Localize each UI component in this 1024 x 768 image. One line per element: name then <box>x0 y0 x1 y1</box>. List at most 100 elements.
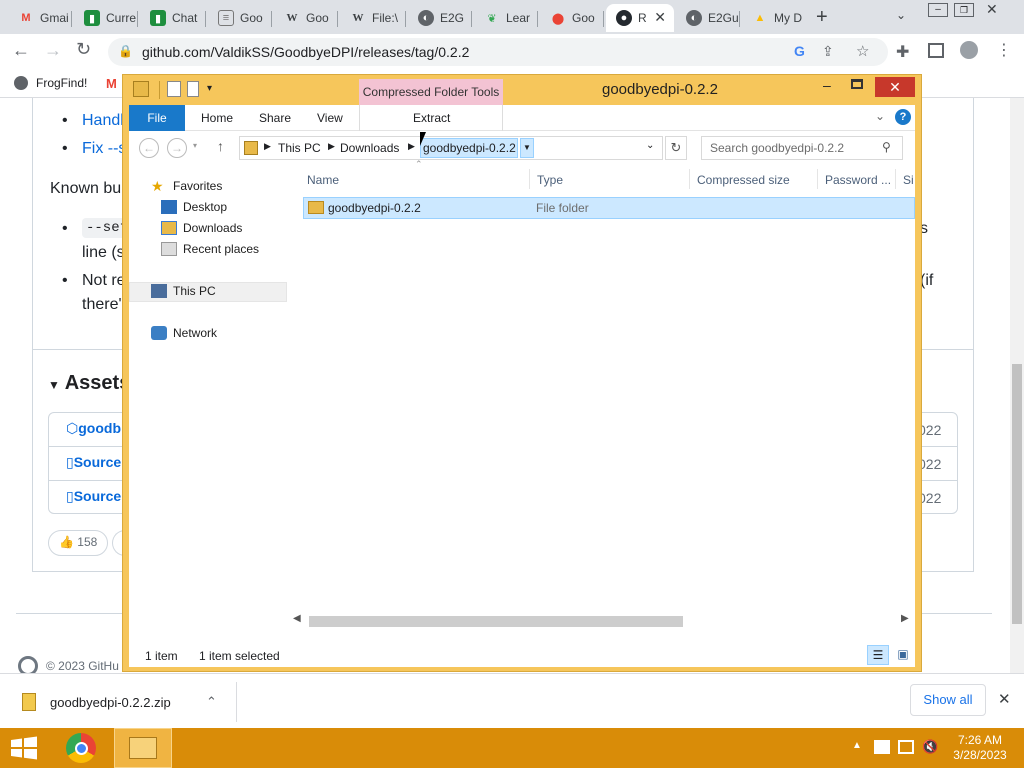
network-tray-icon[interactable] <box>898 740 914 754</box>
breadcrumb-downloads[interactable]: Downloads <box>340 141 399 155</box>
reaction-button[interactable]: 👍 158 <box>48 530 109 556</box>
close-tab-icon[interactable]: ✕ <box>654 9 666 26</box>
scrollbar-thumb[interactable] <box>1012 364 1022 624</box>
star-icon: ★ <box>151 178 164 194</box>
volume-muted-icon[interactable]: 🔇 <box>922 739 938 755</box>
horizontal-scrollbar[interactable]: ◀ ▶ <box>293 613 915 629</box>
large-icons-view-icon[interactable]: ▣ <box>893 645 913 665</box>
close-window-icon[interactable]: ✕ <box>986 1 998 18</box>
assets-heading[interactable]: ▼ Assets <box>48 372 130 395</box>
tab-current[interactable]: ▮ Curre <box>74 4 138 32</box>
nav-desktop[interactable]: Desktop <box>161 200 227 214</box>
help-icon[interactable]: ? <box>895 109 911 125</box>
download-item[interactable]: goodbyedpi-0.2.2.zip ⌃ <box>16 690 252 714</box>
nav-this-pc[interactable]: This PC <box>151 284 216 298</box>
chevron-up-icon[interactable]: ⌃ <box>206 694 217 710</box>
zip-file-icon <box>22 693 36 711</box>
tab-wikipedia-1[interactable]: W Goo <box>274 4 338 32</box>
status-selected: 1 item selected <box>199 649 280 663</box>
tray-overflow-icon[interactable]: ▲ <box>852 740 862 751</box>
asset-link[interactable]: ▯Source <box>66 488 121 505</box>
tab-view[interactable]: View <box>317 111 343 125</box>
recent-locations-icon[interactable]: ▾ <box>193 141 197 150</box>
explorer-minimize-icon[interactable]: – <box>823 77 831 93</box>
tab-gmail[interactable]: M Gmai <box>8 4 72 32</box>
up-icon[interactable]: ↑ <box>217 138 224 154</box>
asset-link[interactable]: ⬡goodb <box>66 420 121 437</box>
tab-file[interactable]: File <box>129 105 185 131</box>
asset-link[interactable]: ▯Source <box>66 454 121 471</box>
tab-maps[interactable]: ⬤ Goo <box>540 4 604 32</box>
forward-icon[interactable]: → <box>167 138 187 158</box>
tab-wikipedia-2[interactable]: W File:\ <box>340 4 406 32</box>
tab-e2g-1[interactable]: ◐ E2G <box>408 4 472 32</box>
tab-learn[interactable]: ❦ Lear <box>474 4 538 32</box>
explorer-close-icon[interactable]: ✕ <box>875 77 915 97</box>
back-icon[interactable]: ← <box>12 40 30 61</box>
forward-icon[interactable]: → <box>44 40 62 61</box>
col-size[interactable]: Si <box>903 173 914 187</box>
show-all-button[interactable]: Show all <box>910 684 986 716</box>
side-panel-icon[interactable] <box>928 43 944 58</box>
tab-e2g-2[interactable]: ◐ E2Gu <box>676 4 740 32</box>
back-icon[interactable]: ← <box>139 138 159 158</box>
nav-recent-places[interactable]: Recent places <box>161 242 259 256</box>
ribbon-expand-icon[interactable]: ⌄ <box>875 109 885 123</box>
address-history-icon[interactable]: ⌄ <box>646 140 654 151</box>
bookmark-frogfind[interactable]: FrogFind! <box>14 76 87 90</box>
nav-network[interactable]: Network <box>151 326 217 340</box>
gmail-icon[interactable]: M <box>106 76 117 91</box>
new-tab-icon[interactable]: + <box>816 6 828 29</box>
tab-google-doc[interactable]: ≡ Goo <box>208 4 272 32</box>
file-row[interactable]: goodbyedpi-0.2.2 File folder <box>303 197 915 219</box>
tab-extract[interactable]: Extract <box>413 111 450 125</box>
release-note-link[interactable]: Handl <box>82 112 124 130</box>
tab-home[interactable]: Home <box>201 111 233 125</box>
close-downloads-icon[interactable]: ✕ <box>998 690 1011 708</box>
breadcrumb-bar[interactable]: ▶ This PC ▶ Downloads ▶ goodbyedpi-0.2.2… <box>239 136 663 160</box>
scroll-left-icon[interactable]: ◀ <box>293 613 301 624</box>
address-bar[interactable]: 🔒 github.com/ValdikSS/GoodbyeDPI/release… <box>108 38 888 66</box>
action-center-icon[interactable] <box>874 740 890 754</box>
tab-search-icon[interactable]: ⌄ <box>896 8 906 22</box>
reload-icon[interactable]: ↻ <box>76 39 91 60</box>
tab-chat[interactable]: ▮ Chat <box>140 4 206 32</box>
col-name[interactable]: Name <box>307 173 339 187</box>
breadcrumb-dropdown-icon[interactable]: ▼ <box>520 138 534 158</box>
nav-favorites[interactable]: ★ Favorites <box>151 179 222 193</box>
tab-drive[interactable]: ▲ My D <box>742 4 808 32</box>
col-compressed-size[interactable]: Compressed size <box>697 173 790 187</box>
breadcrumb-current[interactable]: goodbyedpi-0.2.2 <box>420 138 518 158</box>
file-explorer-taskbar-button[interactable] <box>114 728 172 768</box>
share-icon[interactable]: ⇪ <box>822 43 834 60</box>
profile-avatar[interactable] <box>960 41 978 59</box>
search-box[interactable]: Search goodbyedpi-0.2.2 ⚲ <box>701 136 903 160</box>
clock[interactable]: 7:26 AM 3/28/2023 <box>948 733 1012 763</box>
breadcrumb-this-pc[interactable]: This PC <box>278 141 321 155</box>
explorer-maximize-icon[interactable] <box>851 79 863 89</box>
restore-icon[interactable]: ❐ <box>954 3 974 17</box>
properties-icon[interactable] <box>167 81 181 97</box>
explorer-titlebar[interactable]: ▾ Compressed Folder Tools goodbyedpi-0.2… <box>123 75 921 105</box>
bookmark-star-icon[interactable]: ☆ <box>856 42 869 60</box>
qat-dropdown-icon[interactable]: ▾ <box>207 83 212 94</box>
chrome-taskbar-button[interactable] <box>54 728 108 768</box>
release-note-link[interactable]: Fix --s <box>82 140 126 158</box>
tab-share[interactable]: Share <box>259 111 291 125</box>
nav-downloads[interactable]: Downloads <box>161 221 242 235</box>
col-type[interactable]: Type <box>537 173 563 187</box>
caret-down-icon: ▼ <box>48 378 60 392</box>
windows-start-icon[interactable] <box>10 736 38 760</box>
scroll-right-icon[interactable]: ▶ <box>901 613 909 624</box>
scrollbar-thumb[interactable] <box>309 616 683 627</box>
refresh-icon[interactable]: ↻ <box>665 136 687 160</box>
extensions-icon[interactable]: ✚ <box>896 42 909 62</box>
new-folder-icon[interactable] <box>187 81 199 97</box>
col-password[interactable]: Password ... <box>825 173 891 187</box>
google-lens-icon[interactable]: G <box>794 43 805 59</box>
details-view-icon[interactable]: ☰ <box>867 645 889 665</box>
minimize-icon[interactable]: – <box>928 3 948 17</box>
tab-github-active[interactable]: ● R ✕ <box>606 4 674 32</box>
menu-kebab-icon[interactable]: ⋮ <box>996 40 1012 60</box>
page-scrollbar[interactable] <box>1010 98 1024 673</box>
